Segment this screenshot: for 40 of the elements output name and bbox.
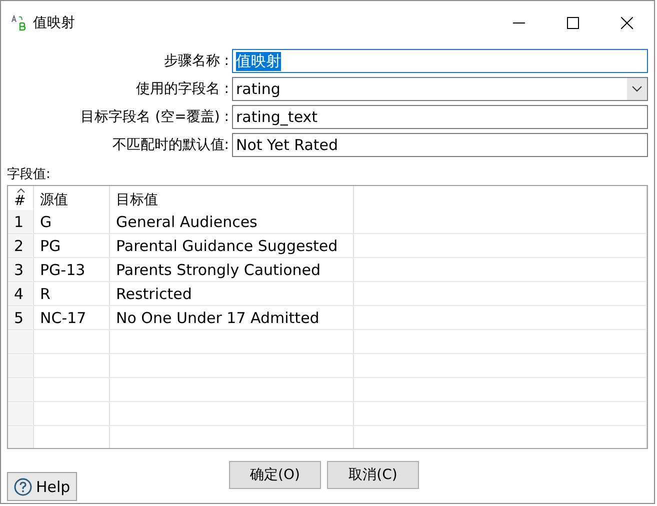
table-cell: 2 bbox=[8, 234, 34, 258]
input-field[interactable]: 值映射 bbox=[232, 49, 648, 73]
table-cell: R bbox=[34, 282, 110, 306]
help-icon bbox=[14, 478, 32, 496]
table-cell: 1 bbox=[8, 210, 34, 234]
table-cell: Parents Strongly Cautioned bbox=[110, 258, 354, 282]
help-button[interactable]: Help bbox=[7, 472, 78, 501]
field-label: 不匹配时的默认值: bbox=[111, 136, 229, 154]
dialog-button[interactable]: 确定(O) bbox=[229, 461, 321, 489]
sort-caret-icon bbox=[17, 188, 25, 193]
table-cell: NC-17 bbox=[34, 306, 110, 330]
window-title: 值映射 bbox=[33, 14, 76, 32]
maximize-icon[interactable] bbox=[567, 17, 579, 29]
field-label: 步骤名称 : bbox=[162, 52, 229, 70]
table-cell: PG-13 bbox=[34, 258, 110, 282]
close-icon[interactable] bbox=[621, 17, 633, 29]
table-cell: Restricted bbox=[110, 282, 354, 306]
table-cell bbox=[8, 402, 34, 426]
table-cell: PG bbox=[34, 234, 110, 258]
table-cell: No One Under 17 Admitted bbox=[110, 306, 354, 330]
table-cell: General Audiences bbox=[110, 210, 354, 234]
table-label: 字段值: bbox=[7, 166, 52, 183]
table-cell bbox=[8, 330, 34, 354]
dialog-button[interactable]: 取消(C) bbox=[327, 461, 419, 489]
table-cell bbox=[8, 354, 34, 378]
table-cell bbox=[8, 378, 34, 402]
chevron-down-icon bbox=[632, 86, 642, 92]
table-cell: G bbox=[34, 210, 110, 234]
input-field[interactable]: rating_text bbox=[232, 105, 648, 129]
field-label: 目标字段名 (空=覆盖) : bbox=[80, 108, 229, 126]
dropdown-field[interactable]: rating bbox=[232, 77, 648, 101]
value-mapping-icon bbox=[11, 15, 27, 31]
table-cell: 3 bbox=[8, 258, 34, 282]
table-cell: 5 bbox=[8, 306, 34, 330]
table-cell: 4 bbox=[8, 282, 34, 306]
input-field[interactable]: Not Yet Rated bbox=[232, 133, 648, 157]
minimize-icon[interactable] bbox=[513, 22, 525, 24]
table-cell bbox=[8, 426, 34, 448]
table-cell: Parental Guidance Suggested bbox=[110, 234, 354, 258]
field-label: 使用的字段名 : bbox=[134, 80, 229, 98]
